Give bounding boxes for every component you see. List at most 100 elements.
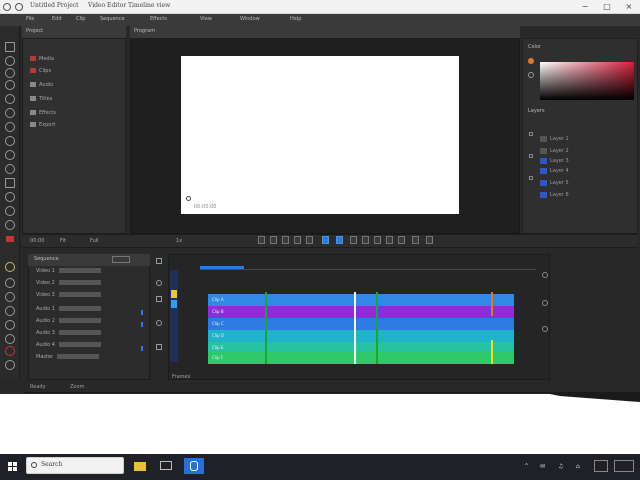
lift-button[interactable] [374, 236, 381, 244]
track-solo-icon[interactable] [156, 296, 162, 302]
layer-row[interactable]: Layer 4 [540, 160, 586, 174]
transport-speed[interactable]: 1x [176, 238, 182, 244]
zoom-tool-icon[interactable] [5, 206, 15, 216]
visibility-icon[interactable] [529, 176, 533, 180]
transport-zoom-fit[interactable]: Fit [60, 238, 66, 244]
track-mute-icon[interactable] [156, 280, 162, 286]
hide-tool-icon[interactable] [5, 220, 15, 230]
timeline-ruler[interactable] [200, 266, 536, 270]
extract-button[interactable] [386, 236, 393, 244]
start-button[interactable] [4, 458, 22, 476]
hand-tool-icon[interactable] [5, 192, 15, 202]
play-button[interactable] [306, 236, 313, 244]
triangle-tool-icon[interactable] [5, 68, 15, 78]
track-row[interactable]: Audio 2 [36, 318, 101, 326]
fit-timeline-icon[interactable] [542, 326, 548, 332]
stop-tool-icon[interactable] [5, 346, 15, 356]
marker-tool-icon[interactable] [5, 262, 15, 272]
timeline-clip[interactable]: Clip A [208, 294, 514, 306]
play-back-button[interactable] [282, 236, 289, 244]
slice-tool-icon[interactable] [5, 150, 15, 160]
track-lock-icon[interactable] [156, 258, 162, 264]
circle-tool-icon[interactable] [5, 80, 15, 90]
insert-button[interactable] [398, 236, 405, 244]
layer-row[interactable]: Layer 3 [540, 150, 586, 164]
menu-effects[interactable]: Effects [150, 16, 167, 22]
text-tool-icon[interactable] [5, 164, 15, 174]
track-row[interactable]: Audio 1 [36, 306, 101, 314]
layer-row[interactable]: Layer 1 [540, 128, 586, 142]
taskbar-app-files[interactable] [132, 458, 148, 474]
track-row[interactable]: Audio 4 [36, 342, 101, 350]
layer-row[interactable]: Layer 6 [540, 184, 586, 198]
timeline-clip[interactable]: Clip B [208, 306, 514, 318]
mark-in-button[interactable] [350, 236, 357, 244]
menu-sequence[interactable]: Sequence [100, 16, 125, 22]
clock-area[interactable] [614, 460, 634, 472]
menu-edit[interactable]: Edit [52, 16, 62, 22]
layer-row[interactable]: Layer 5 [540, 172, 586, 186]
color-picker[interactable] [540, 62, 634, 100]
eraser-tool-icon[interactable] [5, 122, 15, 132]
loop-button[interactable] [322, 236, 329, 244]
close-button[interactable]: × [622, 1, 636, 13]
project-row[interactable]: Clips [30, 68, 51, 76]
timeline-clip[interactable]: Clip F [208, 352, 514, 364]
track-row[interactable]: Video 2 [36, 280, 101, 288]
rate-tool-icon[interactable] [5, 320, 15, 330]
track-row[interactable]: Master [36, 354, 100, 362]
track-record-icon[interactable] [156, 320, 162, 326]
tray-overflow-icon[interactable]: ^ [524, 463, 529, 470]
visibility-icon[interactable] [529, 132, 533, 136]
track-sync-icon[interactable] [156, 344, 162, 350]
menu-window[interactable]: Window [240, 16, 260, 22]
stop-button[interactable] [294, 236, 301, 244]
export-frame-button[interactable] [426, 236, 433, 244]
timeline-clip[interactable]: Clip D [208, 330, 514, 342]
transport-quality[interactable]: Full [90, 238, 99, 244]
home-icon[interactable]: ⌂ [576, 463, 580, 470]
heart-tool-icon[interactable] [5, 306, 15, 316]
slip-tool-icon[interactable] [5, 292, 15, 302]
menu-view[interactable]: View [200, 16, 212, 22]
playhead-range[interactable] [200, 266, 244, 269]
zoom-in-icon[interactable] [542, 272, 548, 278]
project-row[interactable]: Export [30, 122, 55, 130]
pen-tool-icon[interactable] [5, 94, 15, 104]
layer-row[interactable]: Layer 2 [540, 140, 586, 154]
sequence-menu-button[interactable] [112, 256, 130, 263]
shape-tool-icon[interactable] [5, 178, 15, 188]
minimize-button[interactable]: − [578, 1, 592, 13]
color-swatch-icon[interactable] [528, 58, 534, 64]
ripple-tool-icon[interactable] [5, 334, 15, 344]
taskbar-app-monitor[interactable] [158, 458, 174, 474]
project-row[interactable]: Audio [30, 82, 53, 90]
audio-tool-icon[interactable] [5, 360, 15, 370]
project-row[interactable]: Titles [30, 96, 52, 104]
menu-clip[interactable]: Clip [76, 16, 85, 22]
maximize-button[interactable]: □ [600, 1, 614, 13]
go-start-button[interactable] [258, 236, 265, 244]
track-row[interactable]: Audio 3 [36, 330, 101, 338]
playhead-line[interactable] [354, 292, 356, 364]
step-back-button[interactable] [270, 236, 277, 244]
track-row[interactable]: Video 1 [36, 268, 101, 276]
notifications-icon[interactable] [594, 460, 608, 472]
select-tool-icon[interactable] [5, 42, 15, 52]
menu-file[interactable]: File [26, 16, 34, 22]
project-row[interactable]: Effects [30, 110, 56, 118]
volume-icon[interactable]: ♫ [558, 463, 563, 470]
crop-tool-icon[interactable] [5, 136, 15, 146]
project-row[interactable]: Media [30, 56, 54, 64]
taskbar-app-editor[interactable] [184, 458, 204, 474]
zoom-out-icon[interactable] [542, 300, 548, 306]
mark-out-button[interactable] [362, 236, 369, 244]
overwrite-button[interactable] [412, 236, 419, 244]
track-row[interactable]: Video 3 [36, 292, 101, 300]
timeline-clip[interactable]: Clip C [208, 318, 514, 330]
snap-button[interactable] [336, 236, 343, 244]
move-tool-icon[interactable] [5, 56, 15, 66]
razor-tool-icon[interactable] [5, 278, 15, 288]
color-reset-icon[interactable] [528, 72, 534, 78]
menu-help[interactable]: Help [290, 16, 301, 22]
